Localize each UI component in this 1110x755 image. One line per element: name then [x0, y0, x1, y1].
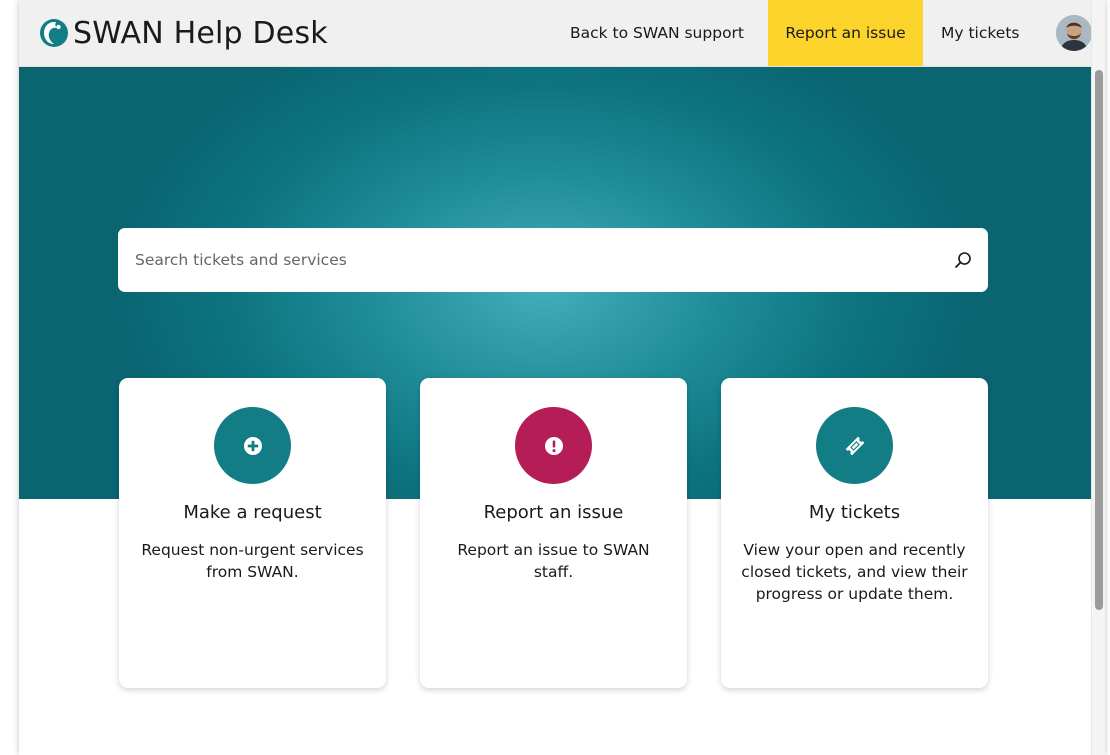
- card-my-tickets[interactable]: My tickets View your open and recently c…: [721, 378, 988, 688]
- plus-circle-icon: [243, 436, 262, 455]
- card-icon-circle: [214, 407, 291, 484]
- card-description: Report an issue to SWAN staff.: [457, 541, 650, 581]
- card-title: Make a request: [183, 502, 322, 523]
- card-title: My tickets: [808, 502, 901, 523]
- app-title: SWAN Help Desk: [73, 15, 328, 51]
- search-input[interactable]: [118, 240, 935, 280]
- search-bar: [118, 228, 988, 292]
- nav-my-tickets[interactable]: My tickets: [941, 0, 1020, 66]
- card-title: Report an issue: [483, 502, 624, 523]
- ticket-icon: [845, 436, 864, 455]
- card-icon-circle: [515, 407, 592, 484]
- home-logo-link[interactable]: SWAN Help Desk: [39, 13, 328, 53]
- browser-window: SWAN Help Desk Back to SWAN support Repo…: [19, 0, 1105, 755]
- nav-back-to-support[interactable]: Back to SWAN support: [570, 0, 744, 66]
- card-description: View your open and recently closed ticke…: [741, 541, 968, 603]
- swan-logo-icon: [40, 19, 68, 47]
- nav-report-issue[interactable]: Report an issue: [768, 0, 923, 66]
- exclamation-circle-icon: [544, 436, 563, 455]
- card-description: Request non-urgent services from SWAN.: [141, 541, 364, 581]
- user-avatar[interactable]: [1056, 15, 1092, 51]
- vertical-scrollbar[interactable]: [1091, 0, 1105, 755]
- card-report-issue[interactable]: Report an issue Report an issue to SWAN …: [420, 378, 687, 688]
- card-make-request[interactable]: Make a request Request non-urgent servic…: [119, 378, 386, 688]
- card-icon-circle: [816, 407, 893, 484]
- site-header: SWAN Help Desk Back to SWAN support Repo…: [19, 0, 1092, 67]
- search-icon[interactable]: [953, 250, 973, 270]
- user-avatar-image: [1056, 15, 1092, 51]
- scrollbar-thumb[interactable]: [1095, 70, 1103, 610]
